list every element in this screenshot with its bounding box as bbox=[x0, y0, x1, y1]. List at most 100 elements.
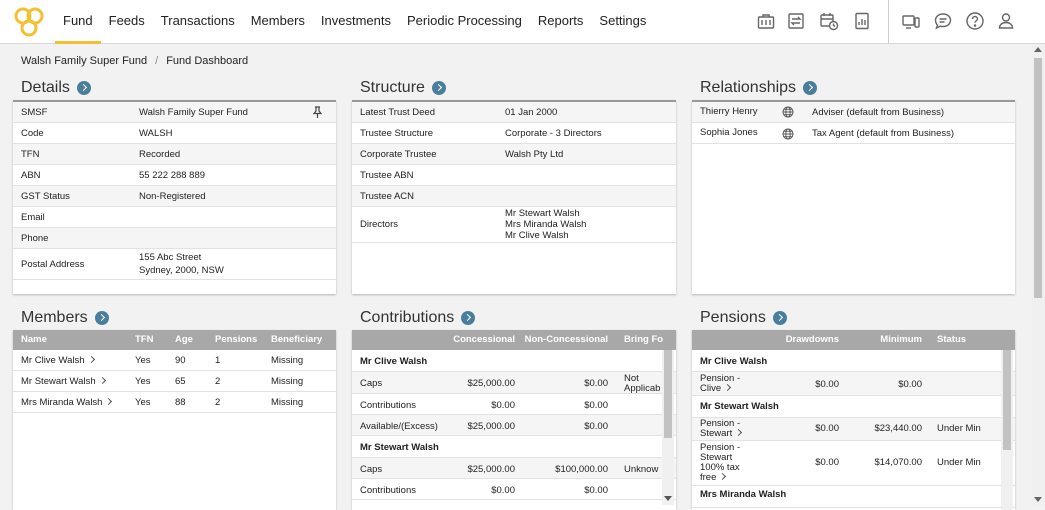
member-name-link[interactable]: Mrs Miranda Walsh bbox=[21, 397, 113, 409]
pensions-scrollbar[interactable] bbox=[1001, 350, 1013, 510]
structure-go-icon[interactable] bbox=[431, 81, 446, 95]
pensions-card: Drawdowns Minimum Status Mr Clive Walsh … bbox=[692, 330, 1015, 510]
details-label: Postal Address bbox=[21, 259, 85, 270]
group-member-name: Mrs Miranda Walsh bbox=[700, 489, 787, 500]
chat-icon[interactable] bbox=[933, 11, 953, 31]
structure-value: 01 Jan 2000 bbox=[505, 107, 558, 118]
details-label: SMSF bbox=[21, 107, 48, 118]
contributions-go-icon[interactable] bbox=[461, 311, 476, 325]
nav-reports[interactable]: Reports bbox=[530, 0, 592, 44]
globe-icon bbox=[782, 128, 794, 140]
contrib-label: Caps bbox=[360, 378, 383, 389]
contrib-non-concessional: $100,000.00 bbox=[555, 464, 608, 475]
contributions-group-row: Mr Stewart Walsh bbox=[352, 436, 676, 458]
details-panel-header: Details bbox=[21, 77, 91, 99]
top-navigation-bar: Fund Feeds Transactions Members Investme… bbox=[0, 0, 1045, 44]
details-row-email: Email bbox=[13, 207, 336, 228]
structure-row-directors: Directors Mr Stewart Walsh Mrs Miranda W… bbox=[352, 207, 676, 243]
pension-row[interactable]: Pension - Stewart 100% tax free $0.00 $1… bbox=[692, 441, 1015, 486]
structure-label: Trustee ACN bbox=[360, 191, 415, 202]
nav-members[interactable]: Members bbox=[243, 0, 313, 44]
member-row[interactable]: Mr Stewart Walsh Yes 65 2 Missing bbox=[13, 371, 336, 392]
page-scroll-thumb[interactable] bbox=[1034, 58, 1042, 298]
nav-settings[interactable]: Settings bbox=[591, 0, 654, 44]
col-bring-forward: Bring Fo bbox=[624, 334, 664, 345]
contributions-panel-header: Contributions bbox=[360, 307, 476, 329]
pension-status: Under Min bbox=[937, 423, 981, 434]
relationship-row[interactable]: Sophia Jones Tax Agent (default from Bus… bbox=[692, 123, 1015, 144]
contrib-label: Contributions bbox=[360, 485, 416, 496]
structure-label: Latest Trust Deed bbox=[360, 107, 435, 118]
details-row-code: Code WALSH bbox=[13, 123, 336, 144]
transfer-icon[interactable] bbox=[786, 11, 806, 31]
details-label: GST Status bbox=[21, 191, 70, 202]
member-row[interactable]: Mrs Miranda Walsh Yes 88 2 Missing bbox=[13, 392, 336, 413]
nav-periodic-processing[interactable]: Periodic Processing bbox=[399, 0, 530, 44]
contributions-scrollbar[interactable] bbox=[662, 350, 674, 505]
pension-name-link[interactable]: Clive bbox=[700, 383, 732, 395]
pensions-go-icon[interactable] bbox=[772, 311, 787, 325]
structure-label: Trustee ABN bbox=[360, 170, 414, 181]
nav-transactions[interactable]: Transactions bbox=[153, 0, 243, 44]
member-name-link[interactable]: Mr Stewart Walsh bbox=[21, 376, 106, 388]
structure-value: Walsh Pty Ltd bbox=[505, 149, 564, 160]
member-age: 88 bbox=[175, 397, 186, 408]
members-go-icon[interactable] bbox=[94, 311, 109, 325]
nav-feeds[interactable]: Feeds bbox=[101, 0, 153, 44]
structure-row: Corporate Trustee Walsh Pty Ltd bbox=[352, 144, 676, 165]
pensions-scroll-thumb[interactable] bbox=[1003, 350, 1011, 450]
pensions-panel-header: Pensions bbox=[700, 307, 787, 329]
briefcase-icon[interactable] bbox=[756, 11, 776, 31]
scroll-up-arrow-icon[interactable] bbox=[1034, 47, 1042, 52]
contrib-concessional: $0.00 bbox=[491, 400, 515, 411]
app-logo-icon[interactable] bbox=[12, 5, 46, 39]
group-member-name: Mr Clive Walsh bbox=[700, 356, 768, 367]
report-document-icon[interactable] bbox=[852, 11, 872, 31]
pension-drawdowns: $0.00 bbox=[815, 423, 839, 434]
col-concessional: Concessional bbox=[453, 334, 515, 345]
contrib-concessional: $0.00 bbox=[491, 485, 515, 496]
structure-panel-header: Structure bbox=[360, 77, 446, 99]
member-row[interactable]: Mr Clive Walsh Yes 90 1 Missing bbox=[13, 350, 336, 371]
pension-minimum: $14,070.00 bbox=[874, 457, 922, 468]
structure-row: Trustee ABN bbox=[352, 165, 676, 186]
page-scrollbar[interactable] bbox=[1031, 44, 1045, 505]
col-non-concessional: Non-Concessional bbox=[524, 334, 608, 345]
contrib-label: Available/(Excess) bbox=[360, 421, 438, 432]
calendar-clock-icon[interactable] bbox=[819, 11, 839, 31]
relationship-role: Tax Agent (default from Business) bbox=[812, 128, 955, 139]
relationships-title: Relationships bbox=[700, 79, 797, 96]
pension-row[interactable]: Pension - Stewart $0.00 $23,440.00 Under… bbox=[692, 418, 1015, 441]
globe-icon bbox=[782, 106, 794, 118]
col-tfn: TFN bbox=[135, 334, 154, 345]
member-age: 90 bbox=[175, 355, 186, 366]
pension-name-link[interactable]: Stewart bbox=[700, 428, 743, 440]
breadcrumb-fund[interactable]: Walsh Family Super Fund bbox=[21, 55, 147, 67]
member-tfn: Yes bbox=[135, 355, 151, 366]
pension-name-link[interactable]: free bbox=[700, 472, 727, 484]
pension-row[interactable]: Pension - Clive $0.00 $0.00 bbox=[692, 372, 1015, 396]
relationship-row[interactable]: Thierry Henry Adviser (default from Busi… bbox=[692, 102, 1015, 123]
pin-icon[interactable] bbox=[312, 106, 323, 119]
devices-icon[interactable] bbox=[901, 11, 921, 31]
contributions-scroll-thumb[interactable] bbox=[664, 350, 672, 438]
contributions-row: Caps $25,000.00 $0.00 Not Applicab bbox=[352, 372, 676, 394]
nav-fund[interactable]: Fund bbox=[55, 0, 101, 44]
scroll-down-arrow-icon[interactable] bbox=[664, 496, 672, 501]
member-name-link[interactable]: Mr Clive Walsh bbox=[21, 355, 95, 367]
contributions-group-row: Mr Clive Walsh bbox=[352, 350, 676, 372]
contributions-card: Concessional Non-Concessional Bring Fo M… bbox=[352, 330, 676, 510]
details-go-icon[interactable] bbox=[76, 81, 91, 95]
contributions-row: Caps $25,000.00 $100,000.00 Unknow bbox=[352, 458, 676, 479]
help-icon[interactable] bbox=[965, 11, 985, 31]
relationship-name: Sophia Jones bbox=[700, 127, 758, 138]
relationships-go-icon[interactable] bbox=[803, 81, 818, 95]
user-profile-icon[interactable] bbox=[996, 11, 1016, 31]
member-pensions: 2 bbox=[215, 397, 221, 408]
nav-investments[interactable]: Investments bbox=[313, 0, 399, 44]
scroll-down-arrow-icon[interactable] bbox=[1034, 497, 1042, 502]
members-panel-header: Members bbox=[21, 307, 109, 329]
breadcrumb-separator: / bbox=[155, 55, 159, 67]
details-label: Email bbox=[21, 212, 45, 223]
relationships-panel-header: Relationships bbox=[700, 77, 818, 99]
